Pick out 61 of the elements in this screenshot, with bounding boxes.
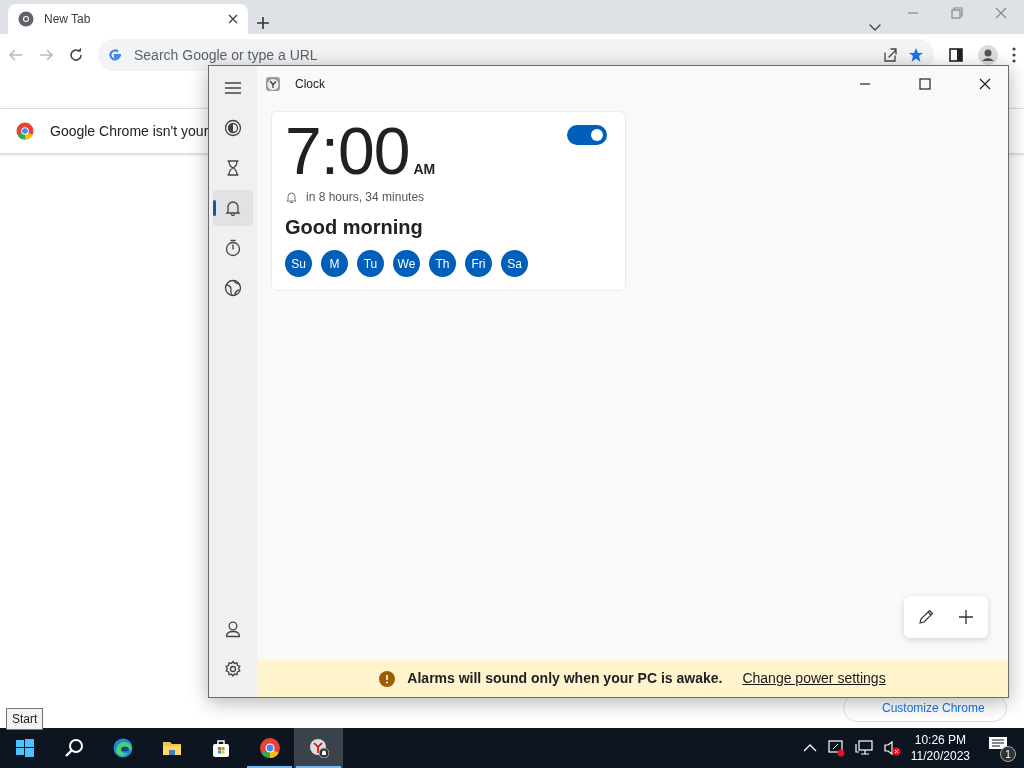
- plus-icon: [958, 609, 974, 625]
- settings-icon: [224, 660, 242, 678]
- warning-icon: [379, 670, 396, 687]
- clock-time: 10:26 PM: [913, 731, 968, 748]
- search-icon: [63, 738, 84, 758]
- window-title: Clock: [295, 75, 326, 93]
- chrome-logo-icon: [18, 11, 34, 27]
- alarm-countdown: in 8 hours, 34 minutes: [306, 189, 425, 206]
- nav-item[interactable]: [213, 190, 253, 226]
- day-chip: Th: [429, 250, 456, 277]
- system-clock[interactable]: 10:26 PM 11/20/2023: [910, 731, 970, 765]
- infobar-message: Google Chrome isn't your: [50, 121, 209, 141]
- day-chip: We: [393, 250, 420, 277]
- edge-logo-icon: [112, 738, 133, 758]
- menu-icon: [224, 81, 242, 95]
- globe-icon: [224, 279, 242, 297]
- browser-tab[interactable]: New Tab: [8, 4, 248, 34]
- day-chip: Su: [285, 250, 312, 277]
- notice-message: Alarms will sound only when your PC is awake.: [407, 669, 723, 688]
- more-icon[interactable]: [1012, 47, 1016, 63]
- speaker-muted-icon[interactable]: [882, 740, 901, 756]
- tooltip: Start: [6, 708, 44, 730]
- network-status-icon[interactable]: [826, 739, 845, 757]
- share-icon[interactable]: [882, 47, 898, 63]
- alarm-name: Good morning: [285, 215, 424, 240]
- toggle-switch[interactable]: [567, 125, 607, 145]
- bell-icon: [285, 190, 298, 204]
- alarm-clock-icon: [308, 738, 329, 758]
- chrome-logo-icon: [16, 122, 34, 140]
- close-icon[interactable]: [978, 76, 992, 91]
- day-chip: Fri: [465, 250, 492, 277]
- alarm-period: AM: [413, 160, 436, 179]
- bell-icon: [224, 199, 242, 217]
- focus-icon: [224, 119, 242, 137]
- store-bag-icon: [210, 738, 231, 758]
- stopwatch-icon: [224, 239, 242, 257]
- google-logo-icon: [108, 48, 122, 62]
- reload-icon[interactable]: [68, 47, 84, 63]
- profile-icon[interactable]: [978, 45, 998, 65]
- close-icon[interactable]: [228, 14, 238, 24]
- pencil-icon: [917, 608, 935, 626]
- person-icon: [224, 620, 242, 638]
- tab-title: New Tab: [44, 11, 92, 28]
- notification-badge: 1: [1000, 746, 1016, 762]
- day-chip: Tu: [357, 250, 384, 277]
- star-icon[interactable]: [908, 47, 924, 63]
- day-chip: M: [321, 250, 348, 277]
- windows-logo-icon: [14, 738, 35, 758]
- side-panel-icon[interactable]: [948, 47, 964, 63]
- chrome-logo-icon: [259, 738, 280, 758]
- alarm-card[interactable]: 7:00 AM in 8 hours, 34 minutes Good morning Su M Tu We Th Fri Sa: [271, 111, 626, 291]
- alarm-time: 7:00: [285, 118, 410, 184]
- network-icon[interactable]: [854, 740, 873, 756]
- maximize-icon[interactable]: [918, 76, 932, 91]
- day-chip: Sa: [501, 250, 528, 277]
- chevron-up-icon[interactable]: [802, 743, 817, 753]
- clock-app-icon: [265, 75, 281, 92]
- power-settings-link[interactable]: Change power settings: [742, 668, 886, 689]
- taskbar-app[interactable]: [294, 728, 343, 768]
- clock-date: 11/20/2023: [910, 748, 970, 765]
- new-tab-button[interactable]: [256, 16, 270, 30]
